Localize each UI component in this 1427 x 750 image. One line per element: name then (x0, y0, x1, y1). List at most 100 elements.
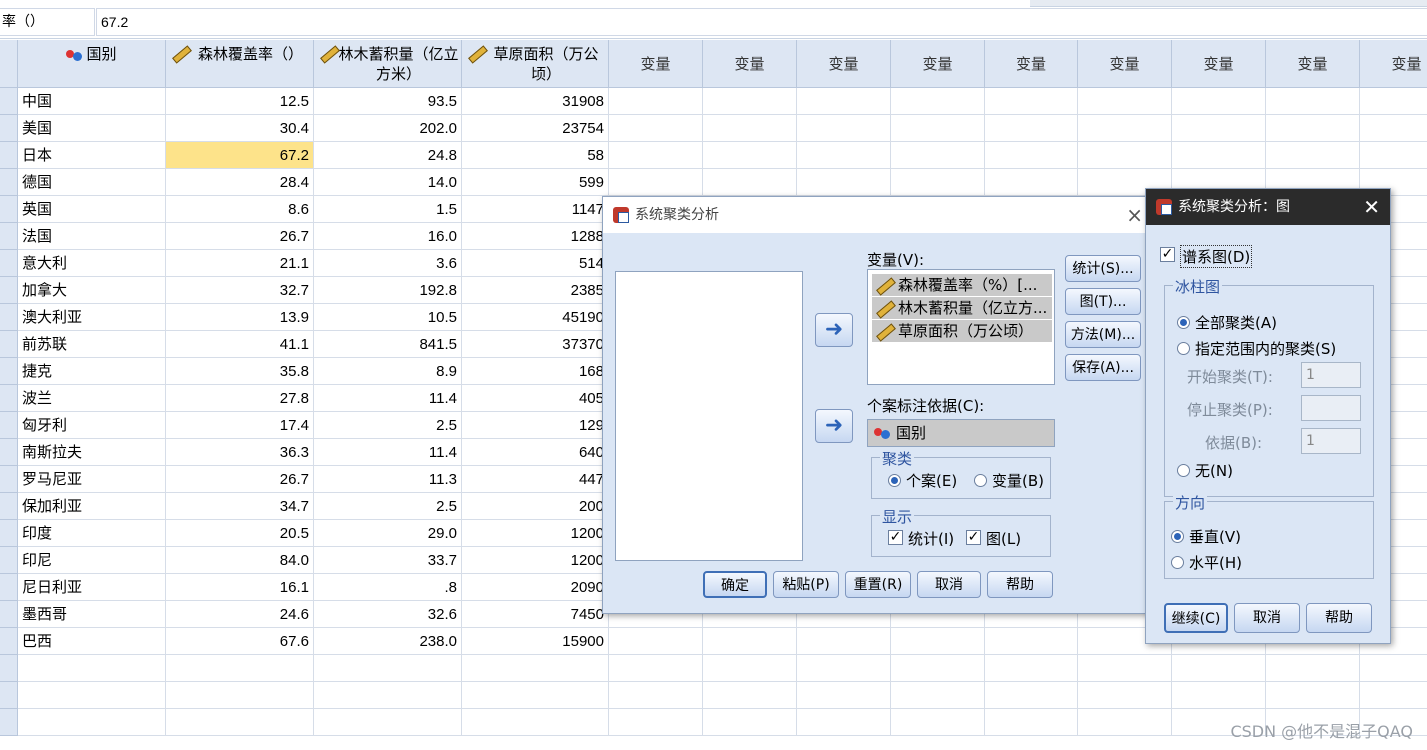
table-cell[interactable]: 21.1 (166, 250, 314, 277)
row-number[interactable] (0, 304, 18, 331)
table-cell[interactable]: 1200 (462, 520, 609, 547)
empty-cell[interactable] (1360, 115, 1427, 142)
table-cell[interactable]: 168 (462, 358, 609, 385)
vertical-radio[interactable] (1171, 530, 1184, 543)
continue-button[interactable]: 继续(C) (1164, 603, 1228, 633)
row-number[interactable] (0, 466, 18, 493)
table-cell[interactable]: 尼日利亚 (18, 574, 166, 601)
cluster-variables-radio[interactable] (974, 474, 987, 487)
empty-cell[interactable] (703, 142, 797, 169)
table-cell[interactable]: 35.8 (166, 358, 314, 385)
row-number[interactable] (0, 277, 18, 304)
table-cell[interactable]: 599 (462, 169, 609, 196)
table-cell[interactable]: 2.5 (314, 493, 462, 520)
column-header[interactable]: 草原面积（万公顷） (462, 40, 609, 88)
table-cell[interactable]: 28.4 (166, 169, 314, 196)
table-cell[interactable]: 捷克 (18, 358, 166, 385)
variable-item-forest[interactable]: 森林覆盖率（%）[... (872, 274, 1052, 296)
row-number[interactable] (0, 682, 18, 709)
table-cell[interactable]: 加拿大 (18, 277, 166, 304)
row-number[interactable] (0, 250, 18, 277)
move-to-label-arrow-icon[interactable]: ➜ (815, 409, 853, 443)
empty-cell[interactable] (166, 709, 314, 736)
table-cell[interactable]: 20.5 (166, 520, 314, 547)
table-cell[interactable]: 巴西 (18, 628, 166, 655)
table-cell[interactable]: 27.8 (166, 385, 314, 412)
table-cell[interactable]: 中国 (18, 88, 166, 115)
empty-cell[interactable] (314, 682, 462, 709)
table-cell[interactable]: 447 (462, 466, 609, 493)
table-cell[interactable]: 7450 (462, 601, 609, 628)
table-cell[interactable]: 1200 (462, 547, 609, 574)
none-radio[interactable] (1177, 464, 1190, 477)
row-number[interactable] (0, 520, 18, 547)
empty-cell[interactable] (1078, 682, 1172, 709)
table-cell[interactable]: 32.7 (166, 277, 314, 304)
table-cell[interactable]: 24.8 (314, 142, 462, 169)
table-cell[interactable]: 16.1 (166, 574, 314, 601)
row-number[interactable] (0, 547, 18, 574)
empty-cell[interactable] (166, 655, 314, 682)
empty-variable-header[interactable]: 变量 (797, 40, 891, 88)
paste-button[interactable]: 粘贴(P) (773, 571, 839, 598)
plots-help-button[interactable]: 帮助 (1306, 603, 1372, 633)
table-cell[interactable]: .8 (314, 574, 462, 601)
method-button[interactable]: 方法(M)... (1065, 321, 1141, 348)
empty-cell[interactable] (1266, 88, 1360, 115)
all-clusters-radio[interactable] (1177, 316, 1190, 329)
empty-cell[interactable] (609, 682, 703, 709)
table-cell[interactable]: 514 (462, 250, 609, 277)
empty-cell[interactable] (1172, 682, 1266, 709)
empty-cell[interactable] (797, 709, 891, 736)
row-number[interactable] (0, 196, 18, 223)
empty-cell[interactable] (985, 88, 1078, 115)
table-cell[interactable]: 日本 (18, 142, 166, 169)
empty-cell[interactable] (314, 655, 462, 682)
empty-cell[interactable] (18, 655, 166, 682)
table-cell[interactable]: 法国 (18, 223, 166, 250)
selected-cell[interactable]: 67.2 (166, 142, 314, 169)
empty-cell[interactable] (1078, 655, 1172, 682)
stop-cluster-field[interactable] (1301, 395, 1361, 421)
by-cluster-field[interactable]: 1 (1301, 428, 1361, 454)
variables-list[interactable]: 森林覆盖率（%）[... 林木蓄积量（亿立方... 草原面积（万公顷） (867, 269, 1055, 385)
empty-cell[interactable] (891, 169, 985, 196)
table-cell[interactable]: 31908 (462, 88, 609, 115)
empty-cell[interactable] (18, 682, 166, 709)
row-number[interactable] (0, 574, 18, 601)
empty-cell[interactable] (891, 115, 985, 142)
table-cell[interactable]: 37370 (462, 331, 609, 358)
table-cell[interactable]: 澳大利亚 (18, 304, 166, 331)
empty-cell[interactable] (1078, 115, 1172, 142)
empty-cell[interactable] (18, 709, 166, 736)
empty-cell[interactable] (1360, 142, 1427, 169)
row-number[interactable] (0, 439, 18, 466)
empty-cell[interactable] (985, 709, 1078, 736)
empty-cell[interactable] (1172, 142, 1266, 169)
empty-cell[interactable] (1172, 88, 1266, 115)
empty-variable-header[interactable]: 变量 (1360, 40, 1427, 88)
help-button[interactable]: 帮助 (987, 571, 1053, 598)
table-cell[interactable]: 11.3 (314, 466, 462, 493)
empty-cell[interactable] (1172, 655, 1266, 682)
table-cell[interactable]: 192.8 (314, 277, 462, 304)
variable-item-grassland[interactable]: 草原面积（万公顷） (872, 320, 1052, 342)
table-cell[interactable]: 10.5 (314, 304, 462, 331)
cell-value-input[interactable]: 67.2 (96, 8, 1427, 36)
row-number[interactable] (0, 169, 18, 196)
empty-variable-header[interactable]: 变量 (609, 40, 703, 88)
table-cell[interactable]: 58 (462, 142, 609, 169)
ok-button[interactable]: 确定 (703, 571, 767, 598)
table-cell[interactable]: 24.6 (166, 601, 314, 628)
empty-cell[interactable] (891, 682, 985, 709)
plots-button[interactable]: 图(T)... (1065, 288, 1141, 315)
empty-cell[interactable] (985, 142, 1078, 169)
empty-cell[interactable] (703, 169, 797, 196)
table-cell[interactable]: 45190 (462, 304, 609, 331)
empty-cell[interactable] (703, 115, 797, 142)
table-cell[interactable]: 匈牙利 (18, 412, 166, 439)
empty-cell[interactable] (797, 655, 891, 682)
display-stats-checkbox[interactable]: ✓ (888, 530, 903, 545)
table-cell[interactable]: 202.0 (314, 115, 462, 142)
table-cell[interactable]: 英国 (18, 196, 166, 223)
